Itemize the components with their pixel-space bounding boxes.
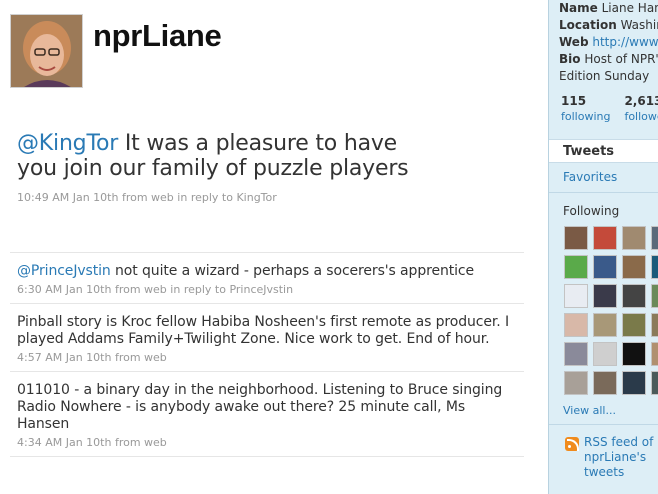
meta-from: from (118, 191, 152, 204)
mention-link[interactable]: @PrinceJvstin (17, 263, 111, 279)
divider (549, 424, 658, 425)
following-avatar[interactable] (651, 313, 658, 337)
timestamp-link[interactable]: 10:49 AM Jan 10th (17, 191, 118, 204)
following-avatar[interactable] (622, 342, 646, 366)
mention-link[interactable]: @KingTor (17, 131, 118, 156)
profile-name-row: Name Liane Hansen (559, 0, 658, 17)
following-count: 115 (561, 94, 587, 108)
timeline-main: nprLiane @KingTor It was a pleasure to h… (0, 0, 548, 494)
tweet-body: not quite a wizard - perhaps a socerers'… (110, 263, 475, 279)
profile-avatar[interactable] (10, 14, 83, 88)
tab-favorites[interactable]: Favorites (563, 170, 617, 184)
following-avatar[interactable] (564, 255, 588, 279)
in-reply-to-link[interactable]: PrinceJvstin (229, 283, 293, 296)
tweet-body: 011010 - a binary day in the neighborhoo… (17, 382, 503, 432)
location-value: Washington, DC (620, 18, 658, 32)
location-label: Location (559, 18, 617, 32)
following-avatar[interactable] (593, 313, 617, 337)
followers-label: followers (624, 110, 658, 123)
following-avatar[interactable] (564, 371, 588, 395)
profile-location-row: Location Washington, DC (559, 17, 658, 34)
source-link[interactable]: web (144, 283, 167, 296)
tweet-meta: 4:57 AM Jan 10th from web (17, 351, 517, 364)
following-avatar[interactable] (622, 255, 646, 279)
tweet-meta: 6:30 AM Jan 10th from web in reply to Pr… (17, 283, 517, 296)
following-avatar[interactable] (564, 342, 588, 366)
following-avatar[interactable] (622, 371, 646, 395)
profile-stats: 115 following 2,613 followers (561, 94, 658, 123)
bio-text: Host of NPR's (584, 52, 658, 66)
rss-icon[interactable] (565, 437, 579, 451)
following-avatar[interactable] (622, 226, 646, 250)
web-link[interactable]: http://www.npr.org (592, 35, 658, 49)
following-stat[interactable]: 115 following (561, 94, 610, 123)
timestamp-link[interactable]: 4:34 AM Jan 10th (17, 436, 111, 449)
tweet-text: @PrinceJvstin not quite a wizard - perha… (17, 263, 517, 280)
tweet-text: Pinball story is Kroc fellow Habiba Nosh… (17, 314, 517, 348)
following-avatar[interactable] (651, 342, 658, 366)
tweet-meta: 10:49 AM Jan 10th from web in reply to K… (17, 191, 437, 204)
following-avatar[interactable] (651, 226, 658, 250)
following-avatar[interactable] (564, 226, 588, 250)
following-avatar[interactable] (593, 371, 617, 395)
profile-web-row: Web http://www.npr.org (559, 34, 658, 51)
following-avatar[interactable] (564, 284, 588, 308)
view-all-link[interactable]: View all... (563, 404, 616, 417)
tweet-item: 011010 - a binary day in the neighborhoo… (10, 372, 524, 457)
profile-info: Name Liane Hansen Location Washington, D… (559, 0, 658, 85)
following-avatar[interactable] (564, 313, 588, 337)
source-link[interactable]: web (151, 191, 174, 204)
meta-from: from (111, 436, 145, 449)
rss-feed-link[interactable]: RSS feed of nprLiane's tweets (584, 435, 658, 480)
bio-label: Bio (559, 52, 581, 66)
following-avatar[interactable] (593, 226, 617, 250)
followers-stat[interactable]: 2,613 followers (624, 94, 658, 123)
following-avatar[interactable] (651, 255, 658, 279)
tweet-item: @PrinceJvstin not quite a wizard - perha… (10, 253, 524, 304)
following-heading: Following (563, 204, 620, 218)
profile-screen-name: nprLiane (93, 18, 222, 53)
following-avatar[interactable] (622, 284, 646, 308)
person-avatar-icon (11, 15, 82, 87)
tweet-list: @PrinceJvstin not quite a wizard - perha… (10, 253, 524, 457)
following-avatar[interactable] (651, 284, 658, 308)
profile-sidebar: Name Liane Hansen Location Washington, D… (548, 0, 658, 494)
followers-count: 2,613 (624, 94, 658, 108)
featured-tweet: @KingTor It was a pleasure to have you j… (17, 131, 437, 204)
following-avatar[interactable] (593, 342, 617, 366)
tab-tweets[interactable]: Tweets (549, 139, 658, 163)
divider (549, 192, 658, 193)
name-value: Liane Hansen (601, 1, 658, 15)
source-link[interactable]: web (144, 351, 167, 364)
web-label: Web (559, 35, 589, 49)
rss-feed-label-continued: tweets (584, 465, 625, 479)
tweet-text: 011010 - a binary day in the neighborhoo… (17, 382, 517, 433)
timestamp-link[interactable]: 6:30 AM Jan 10th (17, 283, 111, 296)
bio-text-continued: Edition Sunday (559, 69, 650, 83)
tweet-item: Pinball story is Kroc fellow Habiba Nosh… (10, 304, 524, 372)
featured-tweet-text: @KingTor It was a pleasure to have you j… (17, 131, 437, 181)
meta-from: from (111, 283, 145, 296)
following-avatar-grid (564, 226, 658, 395)
timestamp-link[interactable]: 4:57 AM Jan 10th (17, 351, 111, 364)
tweet-body: Pinball story is Kroc fellow Habiba Nosh… (17, 314, 510, 347)
tweet-meta: 4:34 AM Jan 10th from web (17, 436, 517, 449)
rss-feed-label: RSS feed of nprLiane's (584, 435, 654, 464)
meta-reply-prefix: in reply to (166, 283, 230, 296)
source-link[interactable]: web (144, 436, 167, 449)
in-reply-to-link[interactable]: KingTor (236, 191, 276, 204)
following-label: following (561, 110, 611, 123)
name-label: Name (559, 1, 598, 15)
following-avatar[interactable] (593, 255, 617, 279)
profile-bio-row: Bio Host of NPR's (559, 51, 658, 68)
following-avatar[interactable] (651, 371, 658, 395)
following-avatar[interactable] (593, 284, 617, 308)
meta-from: from (111, 351, 145, 364)
following-avatar[interactable] (622, 313, 646, 337)
meta-reply-prefix: in reply to (173, 191, 237, 204)
